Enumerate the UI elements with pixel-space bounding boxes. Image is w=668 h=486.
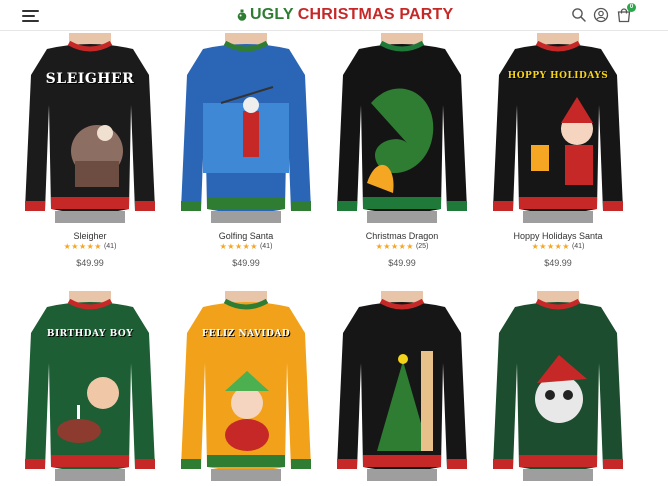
review-count: (41) [571,243,585,250]
product-card[interactable]: Christmas Dragon ★★★★★ (25) $49.99 [327,31,477,276]
product-image[interactable] [181,291,311,481]
cart-count-badge: 0 [627,3,636,12]
product-price: $49.99 [544,258,572,268]
product-image[interactable] [25,33,155,223]
star-rating-icon: ★★★★★ [531,242,570,251]
product-card[interactable]: HOPPY HOLIDAYS Hoppy Holidays Santa ★★★★★(… [483,31,633,276]
logo-text-christmas-party: CHRISTMAS PARTY [297,6,454,23]
product-image[interactable] [493,291,623,481]
sweater-print-text: BIRTHDAY BOY [46,329,134,339]
site-logo[interactable]: UGLY CHRISTMAS PARTY [237,5,453,25]
review-count: (41) [103,243,117,250]
product-image[interactable] [337,291,467,481]
product-card[interactable]: FELIZ NAVIDAD [171,289,321,486]
sweater-print-text: FELIZ NAVIDAD [201,329,291,339]
product-name[interactable]: Hoppy Holidays Santa [483,231,633,241]
product-card[interactable] [483,289,633,486]
sweater-print-text: HOPPY HOLIDAYS [507,71,609,81]
account-icon[interactable] [593,7,609,23]
product-image[interactable] [25,291,155,481]
sweater-print-text: SLEIGHER [45,71,135,87]
product-rating: ★★★★★ (41) [171,242,321,251]
product-rating: ★★★★★ (25) [327,242,477,251]
product-name[interactable]: Christmas Dragon [327,231,477,241]
product-price: $49.99 [232,258,260,268]
product-card[interactable]: Golfing Santa ★★★★★ (41) $49.99 [171,31,321,276]
star-rating-icon: ★★★★★ [375,242,414,251]
star-rating-icon: ★★★★★ [63,242,102,251]
site-header: UGLY CHRISTMAS PARTY 0 [0,0,668,31]
product-rating: ★★★★★ (41) [15,242,165,251]
review-count: (25) [415,243,429,250]
logo-ornament-icon [237,8,247,22]
product-image[interactable] [181,33,311,223]
product-rating: ★★★★★ (41) [483,242,633,251]
product-name[interactable]: Golfing Santa [171,231,321,241]
menu-icon[interactable] [22,8,40,22]
product-image[interactable] [337,33,467,223]
product-image[interactable] [493,33,623,223]
search-icon[interactable] [571,7,587,23]
logo-text-ugly: UGLY [250,6,294,23]
product-card[interactable]: BIRTHDAY BOY [15,289,165,486]
review-count: (41) [259,243,273,250]
product-card[interactable] [327,289,477,486]
product-price: $49.99 [388,258,416,268]
star-rating-icon: ★★★★★ [219,242,258,251]
product-price: $49.99 [76,258,104,268]
product-card[interactable]: SLEIGHER Sleigher ★★★★★ (41) $49.99 [15,31,165,276]
product-name[interactable]: Sleigher [15,231,165,241]
